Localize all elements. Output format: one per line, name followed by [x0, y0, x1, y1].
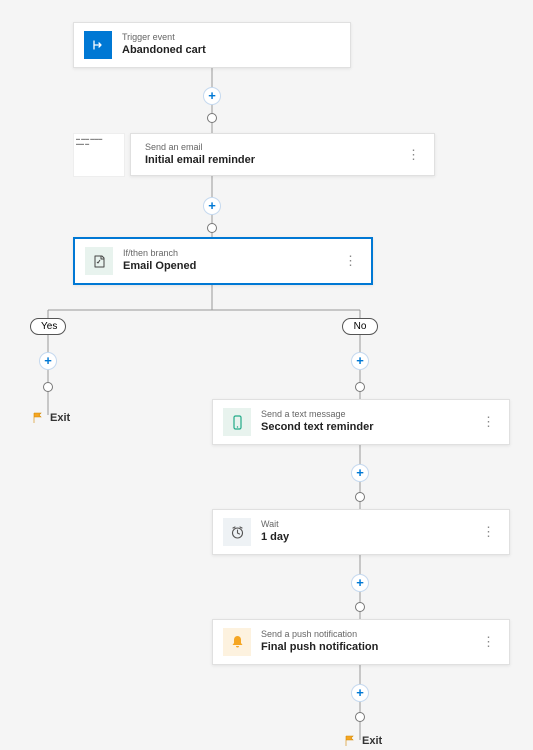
email-preview-thumb: ▬ ▬▬ ▬▬▬▬▬ ▬ — [73, 133, 125, 177]
add-after-push[interactable]: + — [351, 684, 369, 702]
push-type: Send a push notification — [261, 629, 478, 640]
wait-title: 1 day — [261, 530, 478, 544]
node-wait[interactable]: Wait 1 day ⋮ — [212, 509, 510, 555]
connector-dot-push — [355, 712, 365, 722]
email-title: Initial email reminder — [145, 153, 403, 167]
node-sms[interactable]: Send a text message Second text reminder… — [212, 399, 510, 445]
flag-icon-2 — [344, 735, 356, 747]
trigger-type: Trigger event — [122, 32, 340, 43]
add-after-sms[interactable]: + — [351, 464, 369, 482]
wait-type: Wait — [261, 519, 478, 530]
connector-dot — [207, 113, 217, 123]
push-title: Final push notification — [261, 640, 478, 654]
trigger-title: Abandoned cart — [122, 43, 340, 57]
node-push[interactable]: Send a push notification Final push noti… — [212, 619, 510, 665]
trigger-icon — [84, 31, 112, 59]
branch-menu[interactable]: ⋮ — [340, 253, 361, 269]
connector-dot-wait — [355, 602, 365, 612]
connector-dot-sms — [355, 492, 365, 502]
exit-label: Exit — [50, 412, 70, 424]
connector-dot-2 — [207, 223, 217, 233]
exit-label-2: Exit — [362, 735, 382, 747]
flag-icon — [32, 412, 44, 424]
wait-menu[interactable]: ⋮ — [478, 524, 499, 540]
sms-menu[interactable]: ⋮ — [478, 414, 499, 430]
sms-title: Second text reminder — [261, 420, 478, 434]
branch-no: No — [342, 318, 378, 335]
exit-yes: Exit — [32, 412, 70, 424]
connector-dot-no — [355, 382, 365, 392]
sms-type: Send a text message — [261, 409, 478, 420]
node-email[interactable]: Send an email Initial email reminder ⋮ — [130, 133, 435, 176]
branch-yes: Yes — [30, 318, 66, 335]
exit-no: Exit — [344, 735, 382, 747]
branch-title: Email Opened — [123, 259, 340, 273]
add-no-branch[interactable]: + — [351, 352, 369, 370]
add-after-email[interactable]: + — [203, 197, 221, 215]
node-branch[interactable]: If/then branch Email Opened ⋮ — [73, 237, 373, 285]
email-type: Send an email — [145, 142, 403, 153]
sms-icon — [223, 408, 251, 436]
node-trigger[interactable]: Trigger event Abandoned cart — [73, 22, 351, 68]
push-menu[interactable]: ⋮ — [478, 634, 499, 650]
add-after-wait[interactable]: + — [351, 574, 369, 592]
add-yes-branch[interactable]: + — [39, 352, 57, 370]
branch-type: If/then branch — [123, 248, 340, 259]
email-menu[interactable]: ⋮ — [403, 147, 424, 163]
push-icon — [223, 628, 251, 656]
add-after-trigger[interactable]: + — [203, 87, 221, 105]
wait-icon — [223, 518, 251, 546]
connector-dot-yes — [43, 382, 53, 392]
branch-icon — [85, 247, 113, 275]
